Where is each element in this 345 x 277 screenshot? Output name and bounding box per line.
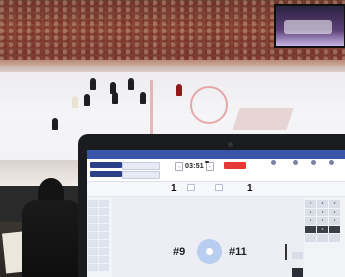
app-top-bar (87, 150, 345, 159)
roster-button[interactable] (88, 224, 98, 231)
spectator-body (22, 200, 82, 277)
period-badge (205, 161, 209, 163)
side-button[interactable] (292, 252, 303, 259)
settings-icon[interactable] (311, 160, 316, 165)
keypad-key[interactable]: 5 (317, 208, 328, 216)
options-selector[interactable] (122, 171, 160, 179)
laptop-screen: ‹ 03:51 › 1 1 #9 #11 7 8 9 4 5 6 1 2 3 0 (87, 150, 345, 277)
control-bar (87, 159, 345, 182)
roster-button[interactable] (88, 256, 98, 263)
roster-button[interactable] (88, 216, 98, 223)
keypad-key[interactable]: 8 (317, 200, 328, 208)
home-score[interactable]: 1 (171, 183, 177, 194)
roster-button[interactable] (99, 264, 109, 271)
keypad-key[interactable] (305, 225, 316, 233)
center-ice-logo (232, 108, 294, 130)
menu-icon[interactable] (329, 160, 334, 165)
keypad-key[interactable]: 0 (317, 225, 328, 233)
jersey-number-left[interactable]: #9 (173, 246, 185, 258)
hockey-player (52, 118, 58, 130)
clock-time: 03:51 (185, 162, 204, 170)
roster-button[interactable] (88, 240, 98, 247)
keypad-key[interactable]: 6 (329, 208, 340, 216)
puck-target[interactable] (197, 239, 222, 264)
hockey-player (84, 94, 90, 106)
roster-button[interactable] (99, 200, 109, 207)
roster-button[interactable] (88, 232, 98, 239)
roster-button[interactable] (99, 216, 109, 223)
roster-button[interactable] (99, 240, 109, 247)
side-dark-button[interactable] (292, 268, 303, 277)
roster-button[interactable] (88, 264, 98, 271)
puck-dot (206, 248, 213, 255)
roster-button[interactable] (99, 248, 109, 255)
tab-right[interactable] (215, 184, 223, 191)
event-panel (112, 198, 304, 277)
left-roster-grid (87, 200, 110, 277)
jumbotron (274, 4, 345, 48)
keypad-key[interactable]: 3 (329, 217, 340, 225)
arena-photo: ‹ 03:51 › 1 1 #9 #11 7 8 9 4 5 6 1 2 3 0 (0, 0, 345, 277)
tab-left[interactable] (187, 184, 195, 191)
user-icon[interactable] (271, 160, 276, 165)
faceoff-circle (190, 86, 228, 124)
keypad-key[interactable]: 4 (305, 208, 316, 216)
sync-icon[interactable] (293, 160, 298, 165)
jersey-number-right[interactable]: #11 (229, 246, 247, 258)
keypad-grid: 7 8 9 4 5 6 1 2 3 0 (305, 200, 345, 277)
hockey-player (112, 92, 118, 104)
keypad-key[interactable] (329, 234, 340, 242)
jumbotron-screen (284, 20, 332, 34)
hockey-player (72, 96, 78, 108)
stop-button[interactable] (224, 162, 246, 169)
hockey-player (176, 84, 182, 96)
hockey-player (140, 92, 146, 104)
roster-button[interactable] (88, 200, 98, 207)
game-selector[interactable] (90, 162, 122, 168)
hockey-player (128, 78, 134, 90)
keypad-key[interactable]: 2 (317, 217, 328, 225)
hockey-player (90, 78, 96, 90)
roster-button[interactable] (99, 224, 109, 231)
mode-selector[interactable] (90, 171, 122, 177)
keypad-key[interactable] (329, 225, 340, 233)
clock-decrement-button[interactable]: ‹ (175, 161, 183, 171)
roster-button[interactable] (88, 208, 98, 215)
roster-button[interactable] (88, 248, 98, 255)
roster-button[interactable] (99, 232, 109, 239)
roster-button[interactable] (99, 256, 109, 263)
away-score[interactable]: 1 (247, 183, 253, 194)
team-selector[interactable] (122, 162, 160, 170)
roster-button[interactable] (99, 208, 109, 215)
score-row: 1 1 (87, 182, 345, 197)
keypad-key[interactable]: 7 (305, 200, 316, 208)
text-cursor (285, 244, 287, 260)
webcam (228, 142, 233, 147)
keypad-key[interactable] (305, 234, 316, 242)
keypad-key[interactable]: 9 (329, 200, 340, 208)
keypad-key[interactable]: 1 (305, 217, 316, 225)
keypad-key[interactable] (317, 234, 328, 242)
